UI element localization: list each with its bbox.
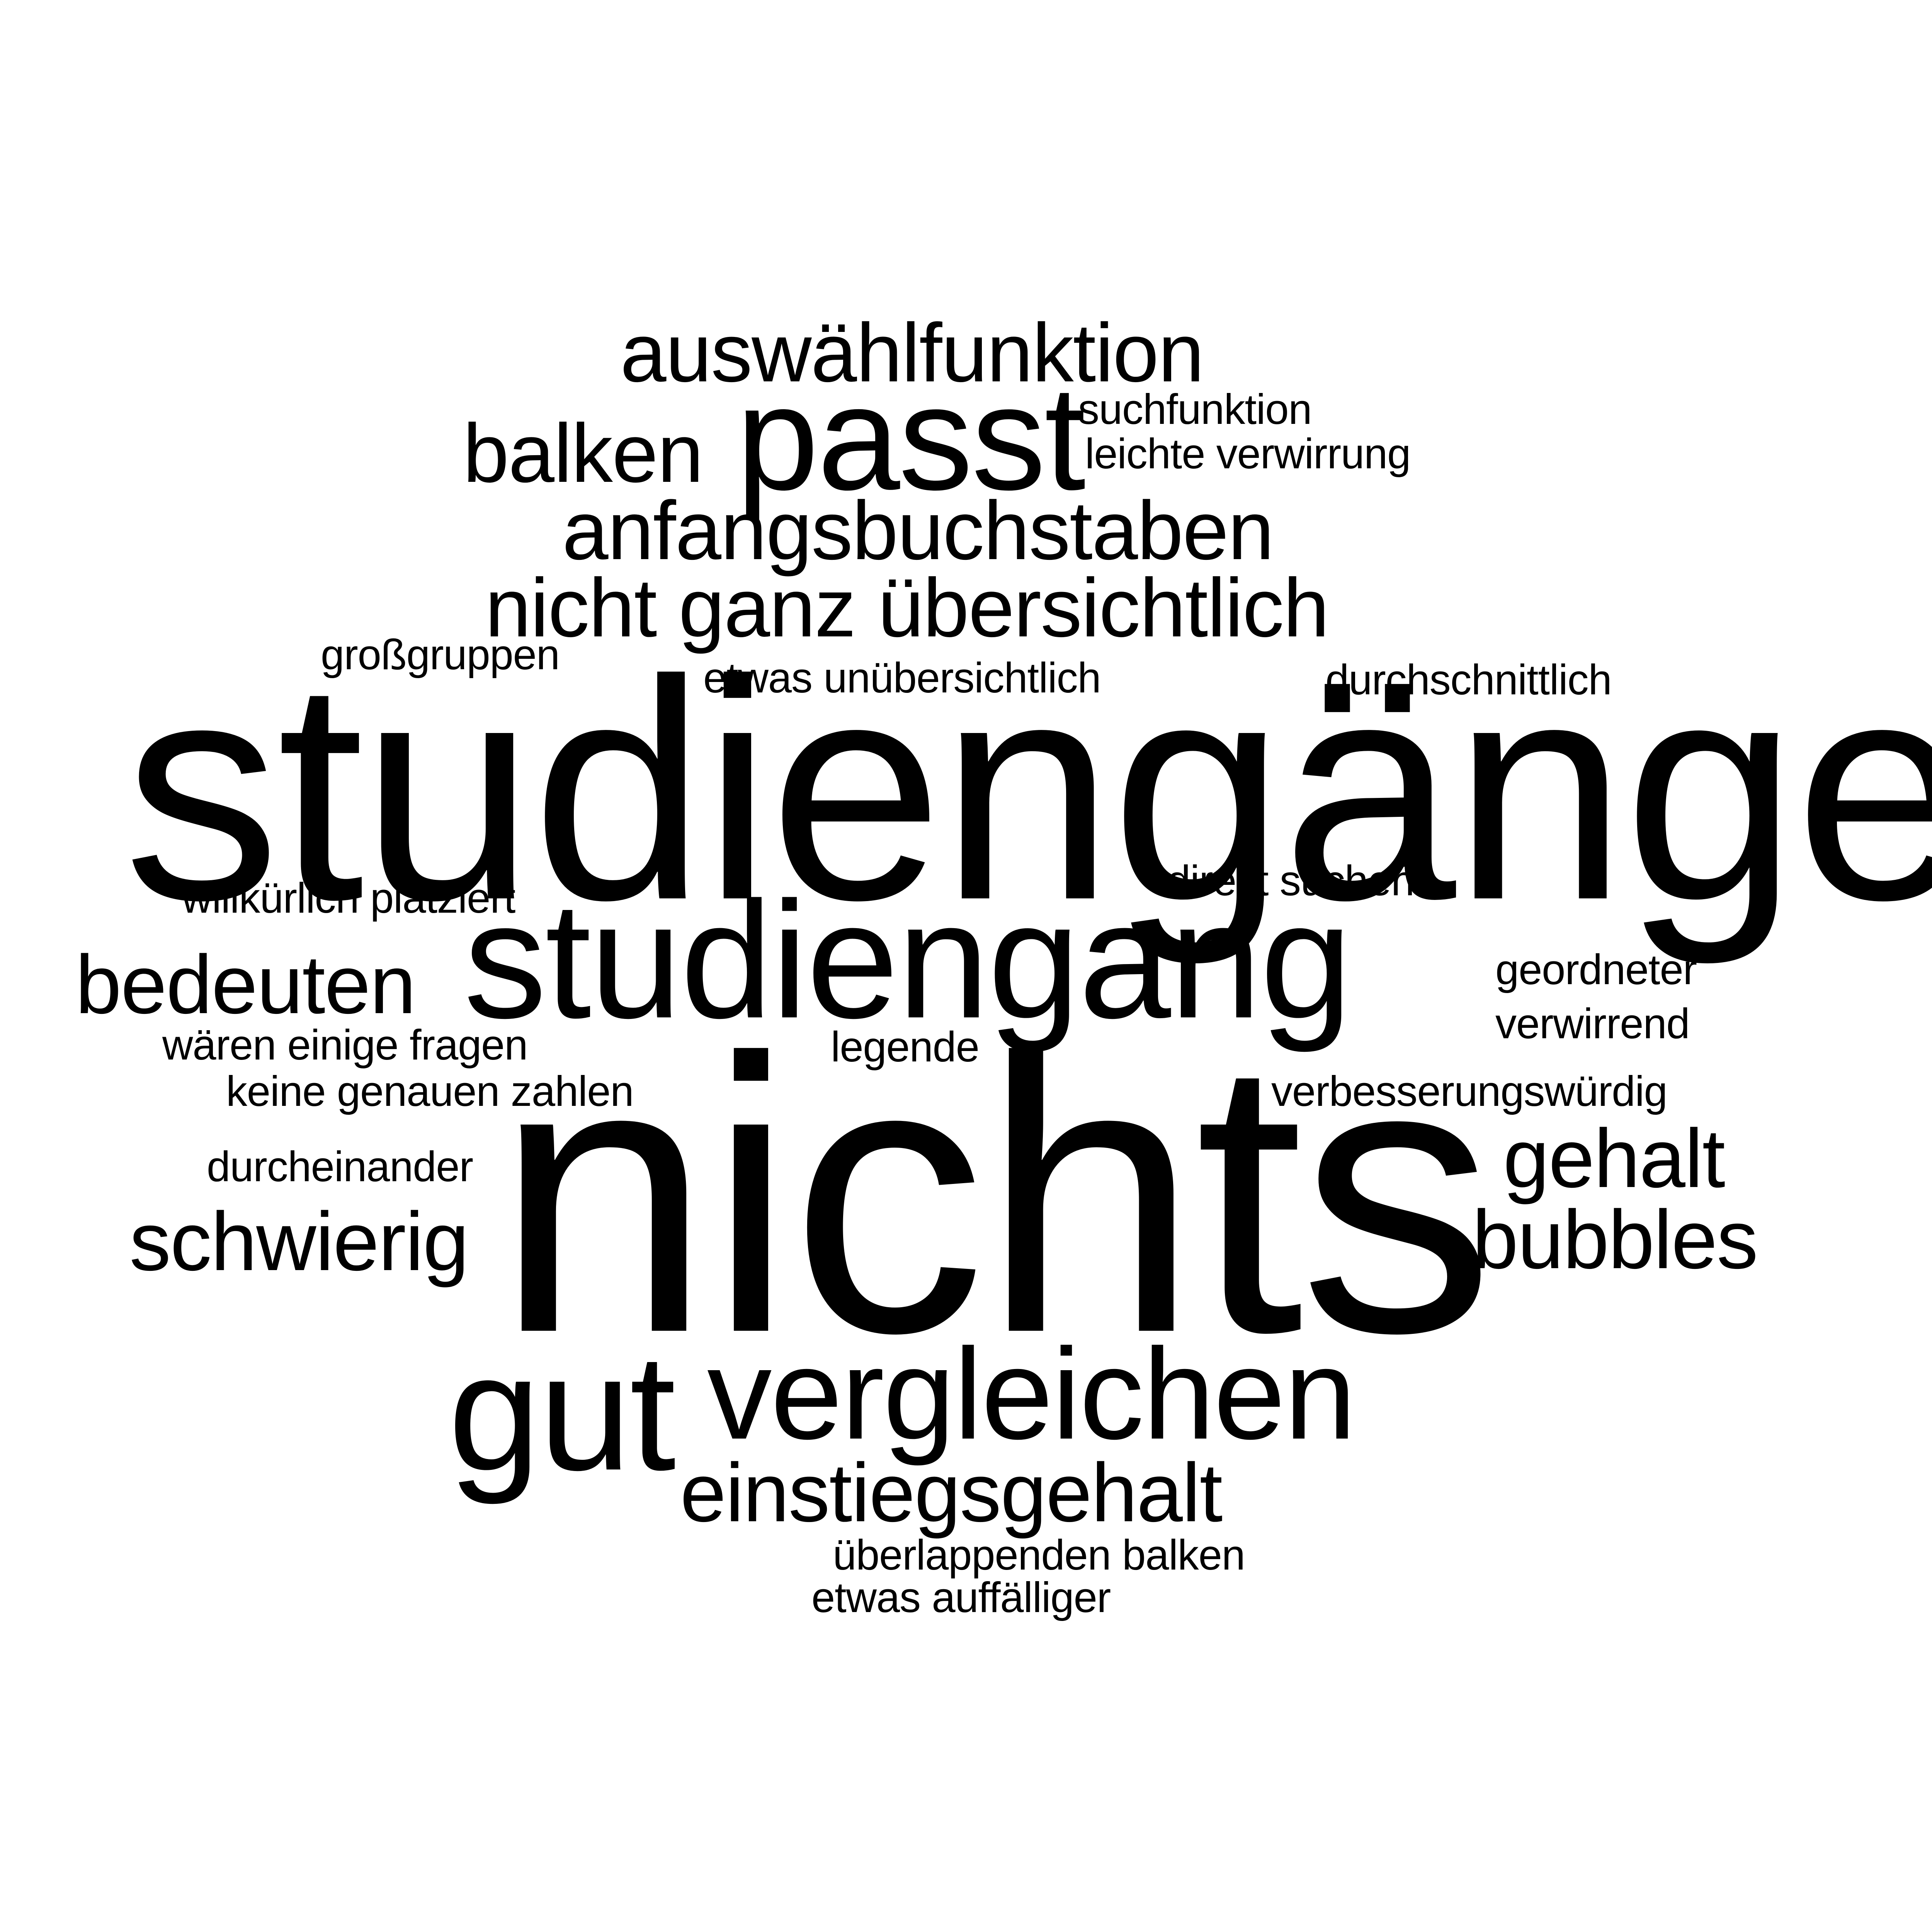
word-suchfunktion: suchfunktion — [1078, 386, 1312, 433]
word-balken: balken — [463, 406, 704, 500]
word-gut: gut — [448, 1320, 676, 1505]
word-geordneter: geordneter — [1495, 946, 1697, 993]
word-leichte-verwirrung: leichte verwirrung — [1085, 430, 1411, 478]
word-schwierig: schwierig — [129, 1195, 469, 1288]
word-gehalt: gehalt — [1503, 1112, 1725, 1205]
word-waeren-einige-fragen: wären einige fragen — [162, 1021, 528, 1069]
word-einstiegsgehalt: einstiegsgehalt — [680, 1446, 1223, 1539]
word-cloud: auswählfunktion passt balken suchfunktio… — [0, 0, 1932, 1932]
word-etwas-auffaelliger: etwas auffälliger — [811, 1574, 1111, 1621]
word-bedeuten: bedeuten — [75, 938, 416, 1031]
word-verwirrend: verwirrend — [1495, 1000, 1690, 1048]
word-bubbles: bubbles — [1472, 1193, 1758, 1286]
word-vergleichen: vergleichen — [707, 1321, 1356, 1466]
word-durcheinander: durcheinander — [207, 1143, 473, 1190]
word-anfangsbuchstaben: anfangsbuchstaben — [562, 484, 1274, 577]
word-ueberlappenden-balken: überlappenden balken — [833, 1531, 1245, 1579]
